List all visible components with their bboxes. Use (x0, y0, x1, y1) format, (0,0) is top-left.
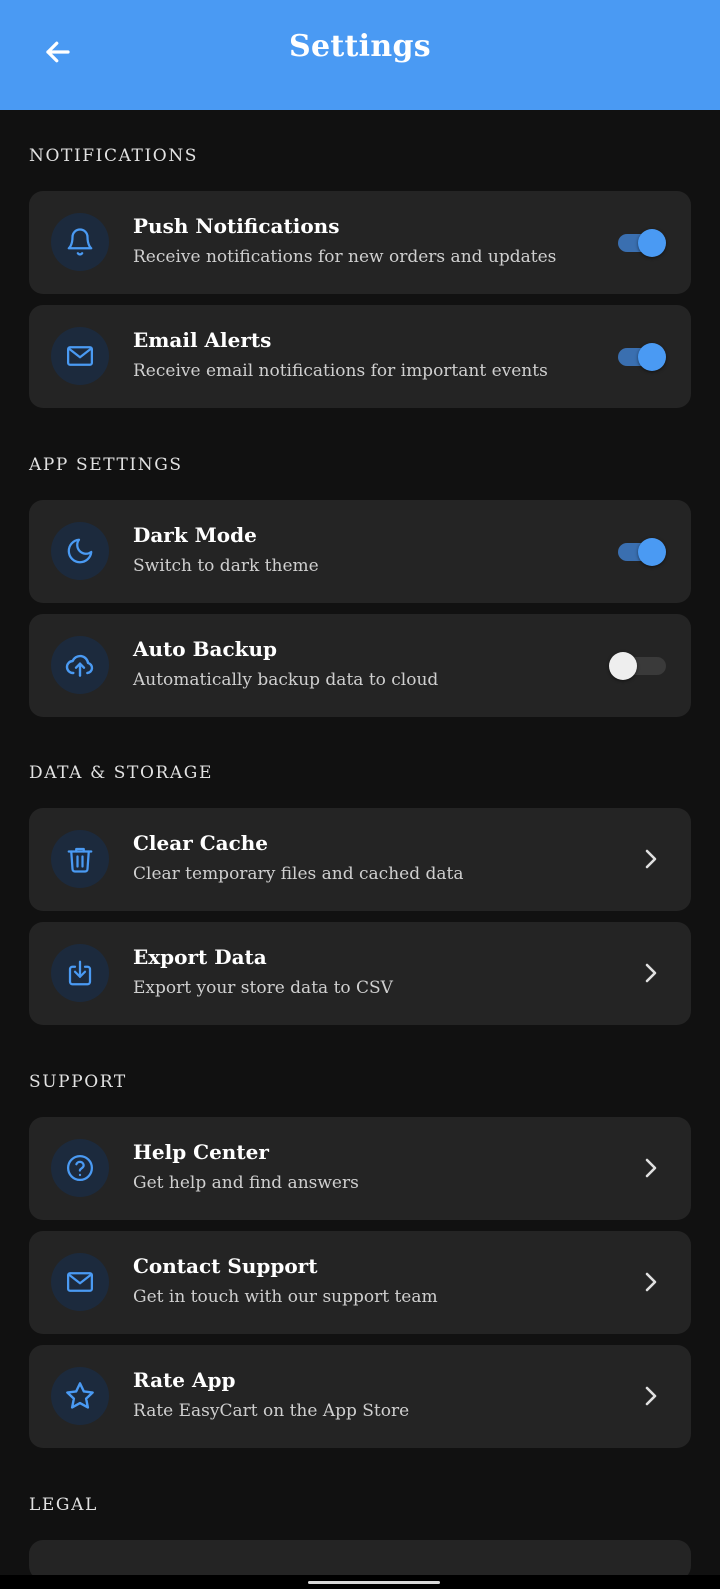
toggle-knob (609, 652, 637, 680)
chevron-right-icon (639, 960, 663, 986)
setting-subtitle: Export your store data to CSV (133, 978, 393, 998)
setting-title: Clear Cache (133, 831, 269, 855)
toggle-knob (638, 538, 666, 566)
page-title: Settings (289, 29, 431, 64)
toggle-knob (638, 343, 666, 371)
star-icon (66, 1382, 94, 1409)
help-circle-icon (67, 1155, 93, 1181)
email-alerts-toggle[interactable] (618, 343, 666, 371)
icon-badge (51, 1253, 109, 1311)
setting-title: Dark Mode (133, 523, 257, 547)
trash-icon (67, 847, 93, 873)
cloud-upload-icon (65, 654, 94, 677)
setting-auto-backup[interactable]: Auto Backup Automatically backup data to… (29, 614, 691, 717)
setting-subtitle: Receive email notifications for importan… (133, 361, 548, 381)
setting-title: Email Alerts (133, 328, 272, 352)
dark-mode-toggle[interactable] (618, 538, 666, 566)
toggle-knob (638, 229, 666, 257)
icon-badge (51, 1139, 109, 1197)
chevron-right-icon (639, 846, 663, 872)
setting-title: Push Notifications (133, 214, 340, 238)
chevron-right-icon (639, 1383, 663, 1409)
section-title-notifications: NOTIFICATIONS (29, 146, 199, 166)
setting-title: Help Center (133, 1140, 269, 1164)
setting-legal-partial[interactable] (29, 1540, 691, 1580)
icon-badge (51, 1367, 109, 1425)
setting-subtitle: Rate EasyCart on the App Store (133, 1401, 410, 1421)
moon-icon (67, 538, 93, 564)
setting-title: Auto Backup (133, 637, 278, 661)
setting-subtitle: Clear temporary files and cached data (133, 864, 464, 884)
icon-badge (51, 830, 109, 888)
setting-clear-cache[interactable]: Clear Cache Clear temporary files and ca… (29, 808, 691, 911)
icon-badge (51, 213, 109, 271)
section-title-legal: LEGAL (29, 1495, 98, 1515)
setting-email-alerts[interactable]: Email Alerts Receive email notifications… (29, 305, 691, 408)
auto-backup-toggle[interactable] (609, 652, 666, 680)
setting-help-center[interactable]: Help Center Get help and find answers (29, 1117, 691, 1220)
icon-badge (51, 636, 109, 694)
chevron-right-icon (639, 1155, 663, 1181)
chevron-right-icon (639, 1269, 663, 1295)
setting-title: Contact Support (133, 1254, 318, 1278)
mail-icon (67, 346, 93, 366)
section-title-app-settings: APP SETTINGS (29, 455, 183, 475)
setting-title: Export Data (133, 945, 267, 969)
section-title-data-storage: DATA & STORAGE (29, 763, 213, 783)
setting-dark-mode[interactable]: Dark Mode Switch to dark theme (29, 500, 691, 603)
setting-subtitle: Automatically backup data to cloud (133, 670, 439, 690)
setting-title: Rate App (133, 1368, 236, 1392)
mail-icon (67, 1272, 93, 1292)
setting-rate-app[interactable]: Rate App Rate EasyCart on the App Store (29, 1345, 691, 1448)
icon-badge (51, 522, 109, 580)
setting-push-notifications[interactable]: Push Notifications Receive notifications… (29, 191, 691, 294)
app-bar: Settings (0, 0, 720, 110)
setting-export-data[interactable]: Export Data Export your store data to CS… (29, 922, 691, 1025)
setting-subtitle: Get help and find answers (133, 1173, 359, 1193)
setting-subtitle: Receive notifications for new orders and… (133, 247, 557, 267)
icon-badge (51, 944, 109, 1002)
icon-badge (51, 327, 109, 385)
push-notifications-toggle[interactable] (618, 229, 666, 257)
setting-contact-support[interactable]: Contact Support Get in touch with our su… (29, 1231, 691, 1334)
setting-subtitle: Get in touch with our support team (133, 1287, 438, 1307)
setting-subtitle: Switch to dark theme (133, 556, 319, 576)
home-indicator[interactable] (308, 1581, 440, 1584)
download-icon (68, 960, 92, 986)
section-title-support: SUPPORT (29, 1072, 127, 1092)
bell-icon (67, 228, 93, 256)
